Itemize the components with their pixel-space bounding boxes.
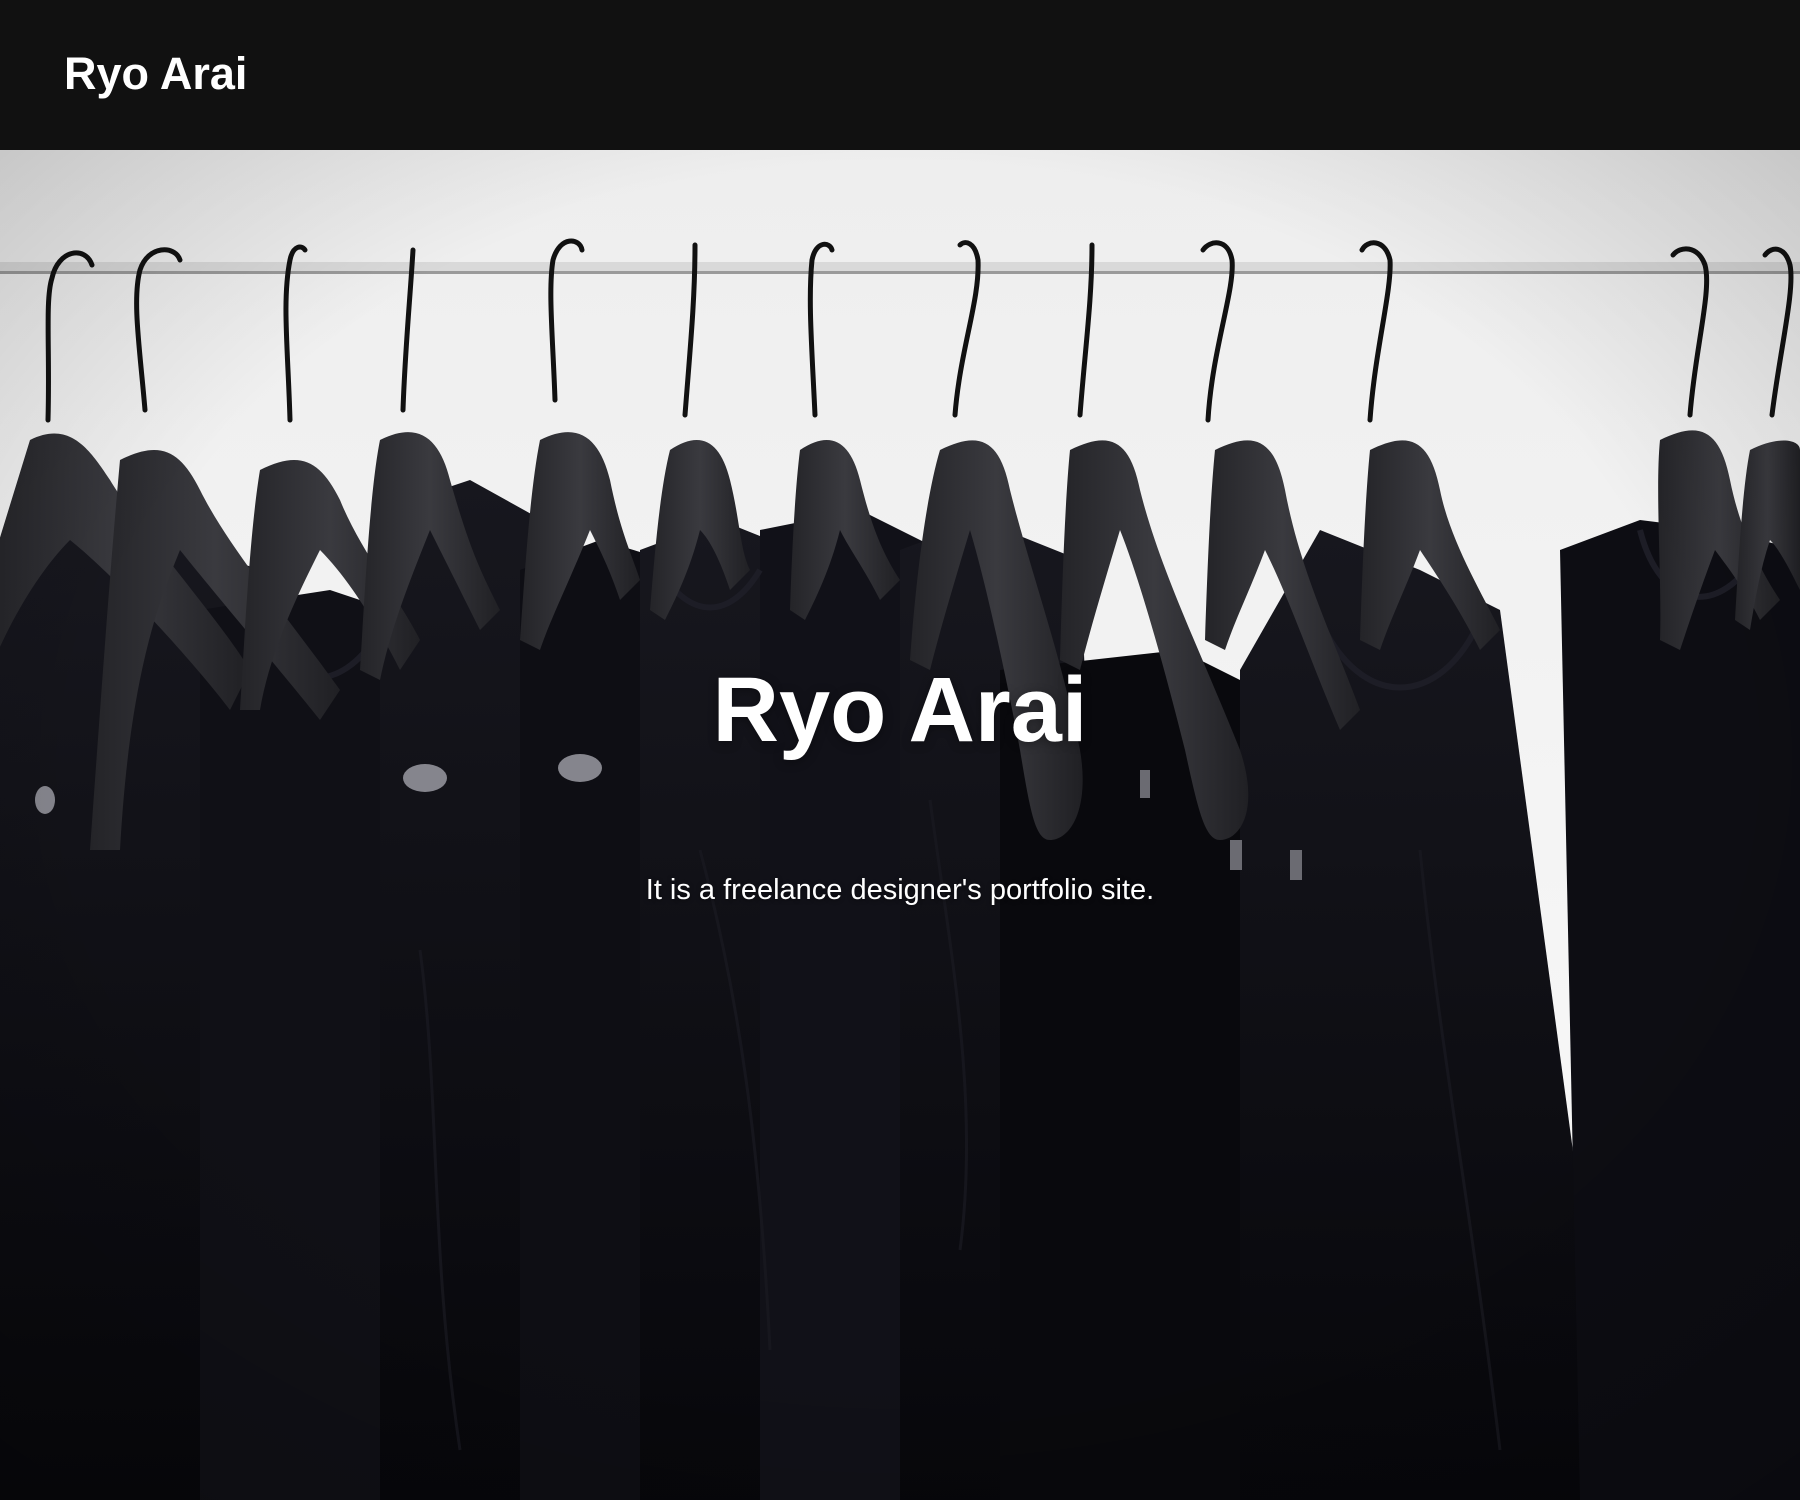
hero-title: Ryo Arai — [712, 659, 1088, 761]
site-logo-link[interactable]: Ryo Arai — [64, 46, 247, 102]
hero-background-image — [0, 150, 1800, 1500]
site-header: Ryo Arai — [0, 0, 1800, 150]
hero-tagline: It is a freelance designer's portfolio s… — [645, 874, 1155, 906]
hero-section: Ryo Arai It is a freelance designer's po… — [0, 150, 1800, 1500]
